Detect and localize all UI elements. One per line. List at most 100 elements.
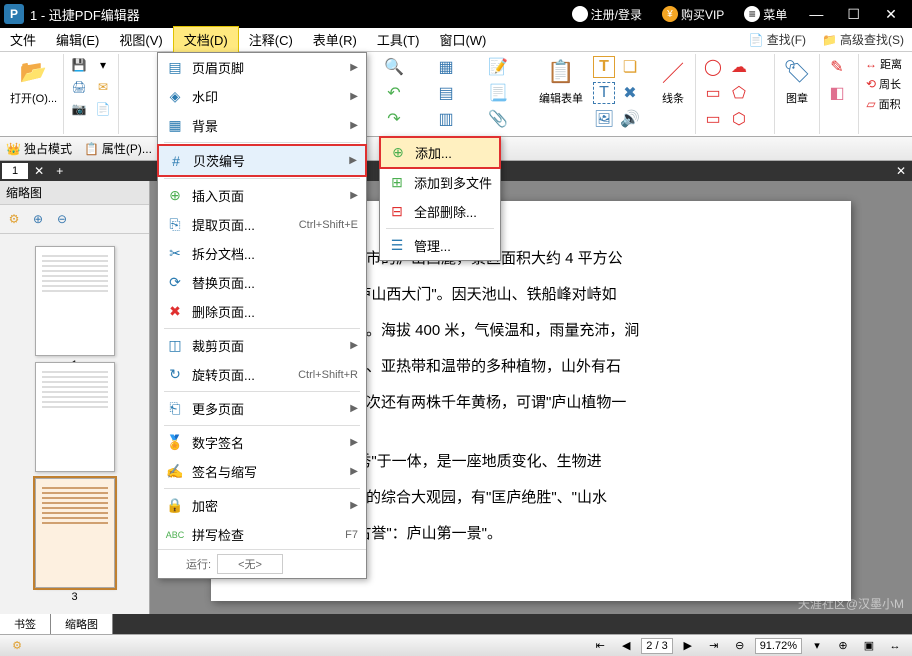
zoom-dropdown[interactable]: ▾ bbox=[806, 637, 828, 655]
minimize-button[interactable]: — bbox=[799, 3, 833, 25]
maximize-button[interactable]: ☐ bbox=[837, 3, 871, 25]
attach-icon[interactable]: 📎 bbox=[487, 108, 509, 130]
fit-width-button[interactable]: ↔ bbox=[884, 637, 906, 655]
zoom-in-text-icon[interactable]: 🔍 bbox=[383, 56, 405, 78]
menu-view[interactable]: 视图(V) bbox=[109, 27, 172, 52]
menu-edit[interactable]: 编辑(E) bbox=[46, 27, 109, 52]
scan-button[interactable]: 📷 bbox=[68, 98, 90, 120]
buy-vip-button[interactable]: ¥ 购买VIP bbox=[654, 3, 732, 26]
doc-tab-1[interactable]: 1 bbox=[2, 163, 28, 179]
find-button[interactable]: 📄 查找(F) bbox=[741, 29, 814, 50]
distance-tool[interactable]: ↔ 距离 bbox=[863, 54, 904, 74]
undo-icon[interactable]: ↶ bbox=[383, 82, 405, 104]
exclusive-mode-button[interactable]: 👑 独占模式 bbox=[6, 140, 72, 157]
menu-document[interactable]: 文档(D) bbox=[173, 26, 239, 53]
menu-bates-number[interactable]: #贝茨编号▶ bbox=[157, 144, 367, 177]
area-tool[interactable]: ▱ 面积 bbox=[864, 94, 902, 114]
menu-background[interactable]: ▦背景▶ bbox=[158, 111, 366, 140]
submenu-delete-all[interactable]: ⊟全部删除... bbox=[380, 197, 500, 226]
menu-split-doc[interactable]: ✂拆分文档... bbox=[158, 239, 366, 268]
thumbnails-tab[interactable]: 缩略图 bbox=[51, 614, 113, 634]
first-page-button[interactable]: ⇤ bbox=[589, 637, 611, 655]
advanced-find-button[interactable]: 📁 高级查找(S) bbox=[814, 29, 912, 50]
menu-window[interactable]: 窗口(W) bbox=[429, 27, 496, 52]
zoom-in-button[interactable]: ⊕ bbox=[832, 637, 854, 655]
zoom-out-button[interactable]: ⊖ bbox=[729, 637, 751, 655]
thumb-zoom-out-icon[interactable]: ⊖ bbox=[52, 209, 72, 229]
page-indicator[interactable]: 2 / 3 bbox=[641, 638, 672, 654]
menu-comment[interactable]: 注释(C) bbox=[239, 27, 303, 52]
pencil-icon[interactable]: ✎ bbox=[826, 56, 848, 78]
text-box-icon[interactable]: T bbox=[593, 82, 615, 104]
properties-button[interactable]: 📋 属性(P)... bbox=[84, 140, 152, 157]
tabs-close-button[interactable]: ✕ bbox=[890, 164, 912, 178]
email-button[interactable]: ✉ bbox=[92, 76, 114, 98]
next-page-button[interactable]: ▶ bbox=[677, 637, 699, 655]
redo-icon[interactable]: ↷ bbox=[383, 108, 405, 130]
register-login-button[interactable]: 注册/登录 bbox=[564, 3, 650, 26]
menu-extract-page[interactable]: ⎘提取页面...Ctrl+Shift+E bbox=[158, 210, 366, 239]
thumbnails-list[interactable]: 1 2 3 bbox=[0, 234, 149, 614]
menu-spellcheck[interactable]: ABC拼写检查F7 bbox=[158, 520, 366, 549]
sound-icon[interactable]: 🔊 bbox=[619, 108, 641, 130]
menu-run-row[interactable]: 运行: <无> bbox=[158, 549, 366, 578]
menu-signature[interactable]: ✍签名与缩写▶ bbox=[158, 457, 366, 486]
layout2-icon[interactable]: ▤ bbox=[435, 82, 457, 104]
menu-file[interactable]: 文件 bbox=[0, 27, 46, 52]
last-page-button[interactable]: ⇥ bbox=[703, 637, 725, 655]
menu-more-pages[interactable]: ⎗更多页面▶ bbox=[158, 394, 366, 423]
menu-replace-page[interactable]: ⟳替换页面... bbox=[158, 268, 366, 297]
menu-tools[interactable]: 工具(T) bbox=[367, 27, 430, 52]
layout3-icon[interactable]: ▥ bbox=[435, 108, 457, 130]
bookmarks-tab[interactable]: 书签 bbox=[0, 614, 51, 634]
stamp-button[interactable]: 🏷 图章 bbox=[779, 54, 815, 108]
ellipse-icon[interactable]: ◯ bbox=[702, 56, 724, 78]
menu-encrypt[interactable]: 🔒加密▶ bbox=[158, 491, 366, 520]
menu-watermark[interactable]: ◈水印▶ bbox=[158, 82, 366, 111]
menu-delete-page[interactable]: ✖删除页面... bbox=[158, 297, 366, 326]
menu-rotate-page[interactable]: ↻旋转页面...Ctrl+Shift+R bbox=[158, 360, 366, 389]
thumbnail-page-3[interactable]: 3 bbox=[35, 478, 115, 588]
cloud-icon[interactable]: ☁ bbox=[728, 56, 750, 78]
save-dropdown[interactable]: ▾ bbox=[92, 54, 114, 76]
note-icon[interactable]: 📝 bbox=[487, 56, 509, 78]
fit-page-button[interactable]: ▣ bbox=[858, 637, 880, 655]
add-tab-button[interactable]: + bbox=[50, 164, 69, 178]
submenu-manage[interactable]: ☰管理... bbox=[380, 231, 500, 260]
print-button[interactable]: 🖨 bbox=[68, 76, 90, 98]
menu-form[interactable]: 表单(R) bbox=[303, 27, 367, 52]
menu-header-footer[interactable]: ▤页眉页脚▶ bbox=[158, 53, 366, 82]
thumbnail-page-2[interactable]: 2 bbox=[35, 362, 115, 472]
text-tool-icon[interactable]: T bbox=[593, 56, 615, 78]
rect2-icon[interactable]: ▭ bbox=[702, 108, 724, 130]
image-tool-icon[interactable]: 🖼 bbox=[593, 108, 615, 130]
text-note-icon[interactable]: 📃 bbox=[487, 82, 509, 104]
menu-crop-page[interactable]: ◫裁剪页面▶ bbox=[158, 331, 366, 360]
strikeout-icon[interactable]: ✖ bbox=[619, 82, 641, 104]
thumbnail-page-1[interactable]: 1 bbox=[35, 246, 115, 356]
submenu-add[interactable]: ⊕添加... bbox=[379, 136, 501, 169]
rect-icon[interactable]: ▭ bbox=[702, 82, 724, 104]
eraser-icon[interactable]: ◧ bbox=[826, 82, 848, 104]
lines-button[interactable]: ／ 线条 bbox=[655, 54, 691, 108]
layout1-icon[interactable]: ▦ bbox=[435, 56, 457, 78]
thumb-zoom-in-icon[interactable]: ⊕ bbox=[28, 209, 48, 229]
menu-digital-sign[interactable]: 🏅数字签名▶ bbox=[158, 428, 366, 457]
sb-settings-icon[interactable]: ⚙ bbox=[6, 637, 28, 655]
menu-insert-page[interactable]: ⊕插入页面▶ bbox=[158, 181, 366, 210]
highlight-icon[interactable]: ❏ bbox=[619, 56, 641, 78]
polygon-icon[interactable]: ⬠ bbox=[728, 82, 750, 104]
main-menu-button[interactable]: ≡ 菜单 bbox=[736, 3, 795, 26]
close-button[interactable]: ✕ bbox=[874, 3, 908, 25]
edit-form-button[interactable]: 📋 编辑表单 bbox=[537, 54, 585, 108]
submenu-add-multi[interactable]: ⊞添加到多文件 bbox=[380, 168, 500, 197]
open-button[interactable]: 📂 打开(O)... bbox=[8, 54, 59, 108]
perimeter-tool[interactable]: ⟲ 周长 bbox=[864, 74, 903, 94]
prev-page-button[interactable]: ◀ bbox=[615, 637, 637, 655]
save-button[interactable]: 💾 bbox=[68, 54, 90, 76]
new-tab-button[interactable]: ✕ bbox=[28, 164, 50, 178]
doc-button[interactable]: 📄 bbox=[92, 98, 114, 120]
zoom-level[interactable]: 91.72% bbox=[755, 638, 802, 654]
hex-icon[interactable]: ⬡ bbox=[728, 108, 750, 130]
thumb-settings-icon[interactable]: ⚙ bbox=[4, 209, 24, 229]
